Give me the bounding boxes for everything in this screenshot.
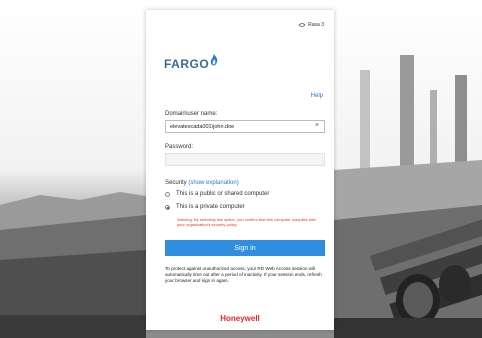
security-label: Security (show explanation) — [165, 180, 239, 186]
public-computer-radio[interactable] — [165, 191, 170, 197]
honeywell-logo: Honeywell — [220, 314, 260, 323]
private-computer-option[interactable]: This is a private computer — [165, 204, 245, 210]
rdweb-icon — [298, 23, 306, 27]
domain-label: Domain\user name: — [165, 111, 218, 117]
domain-user-value: elevatescada001\john.doe — [170, 124, 235, 130]
fargo-logo: FARGO — [164, 54, 218, 71]
password-label: Password: — [165, 144, 194, 150]
session-timeout-info: To protect against unauthorized access, … — [165, 266, 322, 283]
public-computer-label: This is a public or shared computer — [176, 191, 270, 197]
flame-icon — [210, 54, 218, 66]
private-computer-warning: Warning: By selecting this option, you c… — [177, 217, 316, 227]
domain-user-input[interactable]: elevatescada001\john.doe × — [165, 120, 325, 133]
private-computer-radio[interactable] — [165, 204, 170, 210]
rdweb-label: Rasa 3 — [308, 22, 324, 28]
help-link[interactable]: Help — [311, 93, 323, 99]
show-explanation-link[interactable]: (show explanation) — [188, 180, 238, 186]
private-computer-label: This is a private computer — [176, 204, 245, 210]
security-label-text: Security — [165, 180, 187, 186]
sign-in-button[interactable]: Sign in — [165, 240, 325, 256]
clear-icon[interactable]: × — [315, 122, 319, 129]
rdweb-indicator[interactable]: Rasa 3 — [298, 22, 324, 28]
public-computer-option[interactable]: This is a public or shared computer — [165, 191, 269, 197]
fargo-logo-text: FARGO — [164, 57, 210, 71]
password-input[interactable] — [165, 153, 325, 166]
login-card: Rasa 3 FARGO Help Domain\user name: elev… — [146, 10, 334, 330]
